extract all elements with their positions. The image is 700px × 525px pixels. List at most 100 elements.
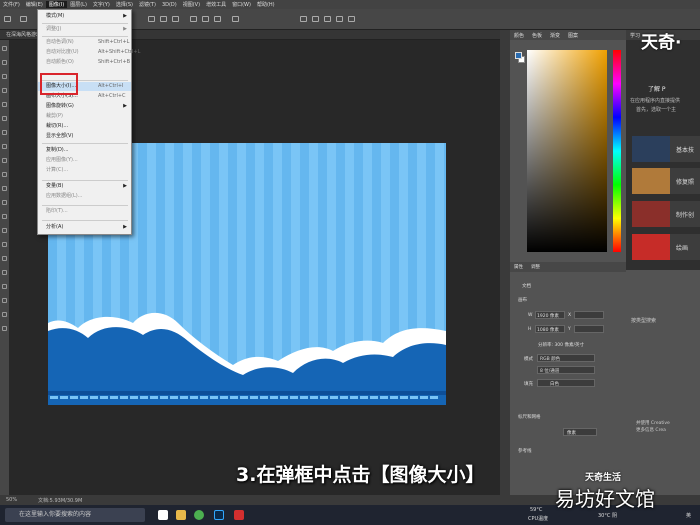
menu-item-adjustments[interactable]: 调整(J) ▶ [38,25,131,34]
fill-select[interactable] [537,379,595,387]
3d-pan-icon[interactable] [336,16,343,22]
menu-item-trap[interactable]: 陷印(T)... [38,207,131,216]
menu-image[interactable]: 图像(I) [45,1,68,8]
blur-tool-icon[interactable] [2,228,7,233]
x-input[interactable] [574,311,604,319]
menu-item-image-rotation[interactable]: 图像旋转(G) ▶ [38,102,131,111]
menu-type[interactable]: 文字(Y) [90,1,113,8]
zoom-level[interactable]: 50% [6,497,17,503]
tab-gradients[interactable]: 渐变 [546,32,564,39]
pen-tool-icon[interactable] [2,256,7,261]
libraries-panel: 按类型搜索 并使用 Creative 更多信息 Crea [626,270,700,495]
menu-view[interactable]: 视图(V) [180,1,203,8]
align-left-icon[interactable] [148,16,155,22]
crop-tool-icon[interactable] [2,102,7,107]
quick-select-tool-icon[interactable] [2,88,7,93]
marquee-tool-icon[interactable] [2,60,7,65]
auto-select-checkbox[interactable] [20,16,27,22]
task-view-icon[interactable] [158,510,168,520]
tab-color[interactable]: 颜色 [510,32,528,39]
hue-slider[interactable] [613,50,621,252]
learn-card-fix-photos[interactable]: 修复照 [632,168,700,194]
watermark-bottom: 易坊好文馆 [555,487,655,511]
menu-item-trim[interactable]: 裁切(R)... [38,122,131,131]
type-tool-icon[interactable] [2,270,7,275]
3d-roll-icon[interactable] [324,16,331,22]
3d-rotate-icon[interactable] [312,16,319,22]
wps-icon[interactable] [234,510,244,520]
healing-brush-tool-icon[interactable] [2,144,7,149]
menu-item-auto-color[interactable]: 自动颜色(O) Shift+Ctrl+B [38,58,131,67]
learn-card-creative[interactable]: 制作创 [632,201,700,227]
clone-stamp-tool-icon[interactable] [2,172,7,177]
color-picker-field[interactable] [527,50,607,252]
menu-separator [42,143,128,144]
dodge-tool-icon[interactable] [2,242,7,247]
menu-filter[interactable]: 滤镜(T) [136,1,159,8]
align-right-icon[interactable] [172,16,179,22]
submenu-arrow-icon: ▶ [123,224,127,230]
cpu-temp: 59°C [530,507,543,513]
menu-layer[interactable]: 图层(L) [67,1,90,8]
tab-swatches[interactable]: 色板 [528,32,546,39]
path-select-tool-icon[interactable] [2,284,7,289]
tab-properties[interactable]: 属性 [510,264,527,270]
color-panel-tabs: 颜色 色板 渐变 图案 [510,30,626,40]
menu-item-calculations[interactable]: 计算(C)... [38,166,131,175]
foreground-color-swatch[interactable] [515,52,522,59]
menu-item-apply-data-set[interactable]: 应用数据组(L)... [38,192,131,201]
tab-adjustments[interactable]: 调整 [527,264,544,270]
align-center-icon[interactable] [160,16,167,22]
menu-item-analysis[interactable]: 分析(A) ▶ [38,223,131,232]
menu-help[interactable]: 帮助(H) [254,1,278,8]
photoshop-icon[interactable] [214,510,224,520]
lasso-tool-icon[interactable] [2,74,7,79]
align-bottom-icon[interactable] [214,16,221,22]
3d-mode-icon[interactable] [300,16,307,22]
learn-card-thumbnail [632,234,670,260]
shape-tool-icon[interactable] [2,298,7,303]
gradient-tool-icon[interactable] [2,214,7,219]
zoom-tool-icon[interactable] [2,326,7,331]
menu-item-variables[interactable]: 变量(B) ▶ [38,182,131,191]
menu-edit[interactable]: 编辑(E) [23,1,46,8]
menu-item-auto-tone[interactable]: 自动色调(N) Shift+Ctrl+L [38,38,131,47]
menu-item-reveal-all[interactable]: 显示全部(V) [38,132,131,141]
eyedropper-tool-icon[interactable] [2,130,7,135]
watermark-top: 天奇· [641,33,682,53]
align-top-icon[interactable] [190,16,197,22]
frame-tool-icon[interactable] [2,116,7,121]
history-brush-tool-icon[interactable] [2,186,7,191]
learn-card-basics[interactable]: 基本技 [632,136,700,162]
file-explorer-icon[interactable] [176,510,186,520]
properties-tabs: 属性 调整 [510,262,626,272]
chrome-icon[interactable] [194,510,204,520]
move-tool-icon[interactable] [2,46,7,51]
menu-item-duplicate[interactable]: 复制(D)... [38,146,131,155]
menu-item-apply-image[interactable]: 应用图像(Y)... [38,156,131,165]
tab-patterns[interactable]: 图案 [564,32,582,39]
canvas-section-label: 画布 [518,298,527,303]
guides-section-label: 参考线 [518,449,532,454]
3d-slide-icon[interactable] [348,16,355,22]
menu-file[interactable]: 文件(F) [0,1,23,8]
hand-tool-icon[interactable] [2,312,7,317]
menu-item-crop[interactable]: 裁剪(P) [38,112,131,121]
menu-window[interactable]: 窗口(W) [229,1,254,8]
menu-3d[interactable]: 3D(D) [159,2,180,8]
menu-plugins[interactable]: 增效工具 [203,1,229,8]
align-middle-icon[interactable] [202,16,209,22]
more-options-icon[interactable] [232,16,239,22]
menu-select[interactable]: 选择(S) [113,1,136,8]
y-input[interactable] [574,325,604,333]
move-tool-icon[interactable] [4,16,11,22]
learn-card-painting[interactable]: 绘画 [632,234,700,260]
menu-item-mode[interactable]: 模式(M) ▶ [38,12,131,21]
eraser-tool-icon[interactable] [2,200,7,205]
menu-item-auto-contrast[interactable]: 自动对比度(U) Alt+Shift+Ctrl+L [38,48,140,57]
brush-tool-icon[interactable] [2,158,7,163]
weather-status[interactable]: 30°C 阴 [598,512,617,519]
taskbar-search-box[interactable]: 在这里输入你要搜索的内容 [5,508,145,522]
input-language[interactable]: 英 [686,512,691,519]
submenu-arrow-icon: ▶ [123,183,127,189]
